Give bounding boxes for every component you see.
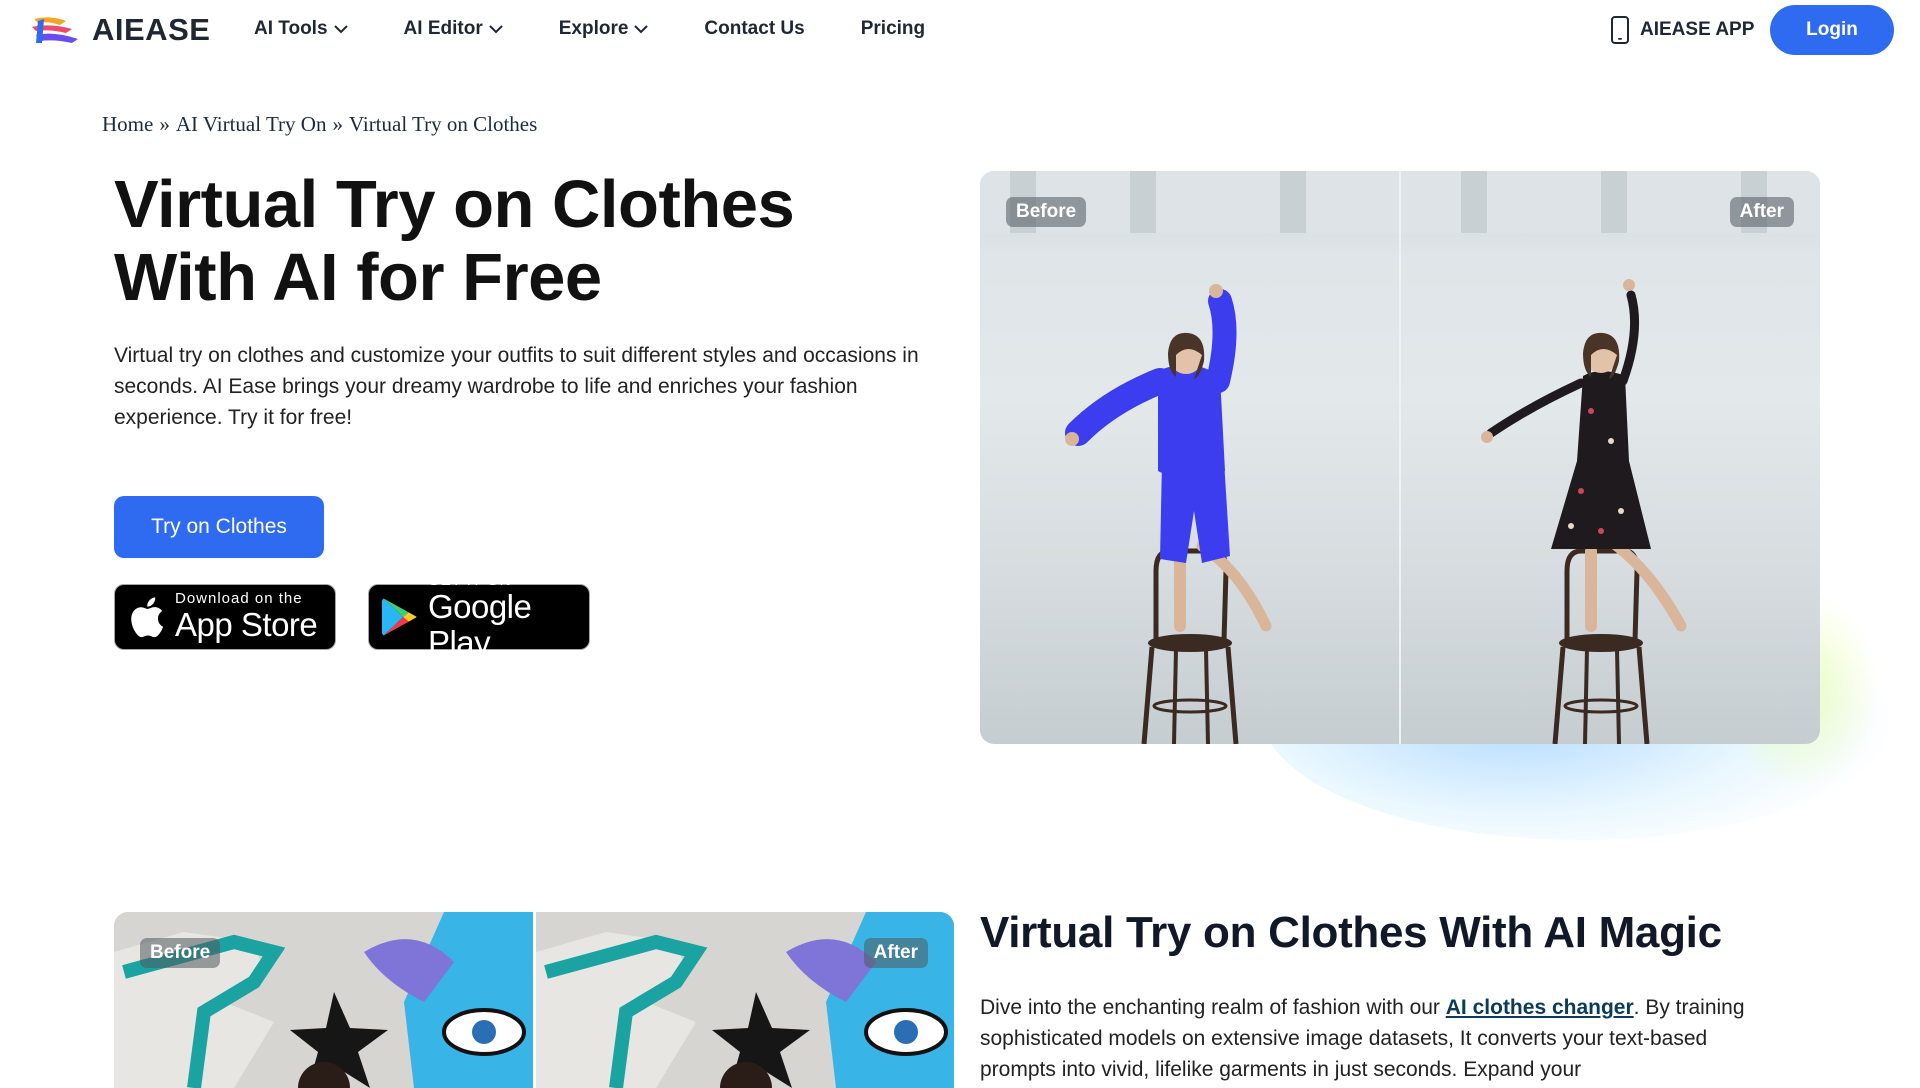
brand-name: AIEASE xyxy=(92,12,211,47)
hero-before-after-image[interactable]: Before After xyxy=(980,171,1820,744)
breadcrumb-current: Virtual Try on Clothes xyxy=(348,112,538,136)
before-image: Before xyxy=(980,171,1399,744)
logo[interactable]: AIEASE xyxy=(30,12,210,48)
breadcrumb-separator: » xyxy=(159,112,170,136)
google-play-big-text: Google Play xyxy=(427,588,532,661)
google-play-text: GET IT ON Google Play xyxy=(428,573,589,661)
site-header: AIEASE AI Tools AI Editor Explore Contac… xyxy=(0,0,1920,58)
nav-ai-editor[interactable]: AI Editor xyxy=(404,18,503,40)
aiease-app-link[interactable]: AIEASE APP xyxy=(1610,16,1754,44)
before-image: Before xyxy=(114,912,533,1088)
after-image: After xyxy=(532,912,954,1088)
after-label: After xyxy=(1729,197,1794,227)
main-nav: AI Tools AI Editor Explore Contact Us Pr… xyxy=(254,18,981,40)
before-label: Before xyxy=(140,938,221,968)
app-store-small-text: Download on the xyxy=(175,590,303,607)
breadcrumb-ai-virtual-try-on[interactable]: AI Virtual Try On xyxy=(176,112,327,136)
section-title: Virtual Try on Clothes With AI Magic xyxy=(980,908,1722,957)
model-floral-dress xyxy=(1481,279,1687,744)
breadcrumb: Home» AI Virtual Try On» Virtual Try on Cl… xyxy=(102,112,537,137)
ai-ease-logo-icon xyxy=(32,17,78,43)
magic-before-after-image[interactable]: Before After xyxy=(114,912,954,1088)
nav-ai-tools[interactable]: AI Tools xyxy=(254,18,348,40)
aiease-app-label: AIEASE APP xyxy=(1640,19,1755,40)
breadcrumb-separator: » xyxy=(332,112,343,136)
nav-contact-us-label: Contact Us xyxy=(704,18,805,39)
app-store-big-text: App Store xyxy=(175,606,318,643)
chevron-down-icon xyxy=(489,24,503,33)
google-play-badge[interactable]: GET IT ON Google Play xyxy=(368,573,590,661)
nav-ai-tools-label: AI Tools xyxy=(254,18,328,39)
hero-description: Virtual try on clothes and customize you… xyxy=(114,344,919,429)
model-blue-outfit xyxy=(1065,284,1272,744)
google-play-small-text: GET IT ON xyxy=(427,572,512,589)
app-store-text: Download on the App Store xyxy=(175,590,318,643)
chevron-down-icon xyxy=(634,24,649,33)
apple-icon xyxy=(131,597,164,638)
section-description-start: Dive into the enchanting realm of fashio… xyxy=(980,996,1446,1019)
nav-pricing[interactable]: Pricing xyxy=(861,18,925,40)
login-button[interactable]: Login xyxy=(1770,5,1894,55)
before-label: Before xyxy=(1006,197,1087,227)
google-play-icon xyxy=(381,598,417,636)
app-store-badge[interactable]: Download on the App Store xyxy=(114,584,336,650)
page-title: Virtual Try on Clothes With AI for Free xyxy=(114,168,934,314)
page-title-line1: Virtual Try on Clothes xyxy=(114,167,795,242)
section-description: Dive into the enchanting realm of fashio… xyxy=(980,992,1780,1085)
ai-clothes-changer-link[interactable]: AI clothes changer xyxy=(1446,996,1634,1019)
nav-explore-label: Explore xyxy=(558,18,629,39)
after-image: After xyxy=(1399,171,1820,744)
after-label: After xyxy=(863,938,928,968)
chevron-down-icon xyxy=(333,24,348,33)
try-on-clothes-button[interactable]: Try on Clothes xyxy=(114,496,324,558)
breadcrumb-home[interactable]: Home xyxy=(102,112,153,136)
nav-contact-us[interactable]: Contact Us xyxy=(704,18,804,40)
page-title-line2: With AI for Free xyxy=(114,240,602,315)
nav-ai-editor-label: AI Editor xyxy=(403,18,483,39)
nav-explore[interactable]: Explore xyxy=(559,18,649,40)
nav-pricing-label: Pricing xyxy=(860,18,926,39)
phone-icon xyxy=(1611,16,1629,44)
